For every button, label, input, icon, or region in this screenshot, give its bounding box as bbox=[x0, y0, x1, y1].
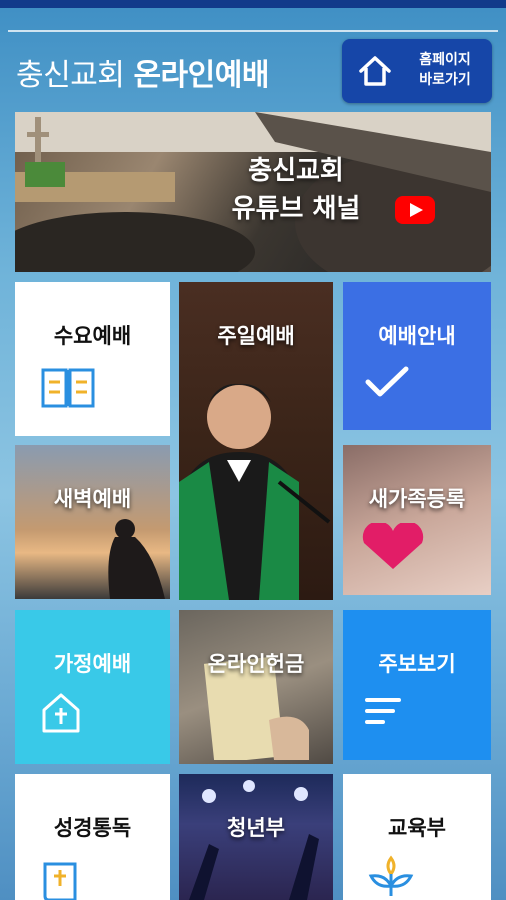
tile-youth-group[interactable]: 청년부 bbox=[179, 774, 333, 900]
tile-dawn-label: 새벽예배 bbox=[53, 487, 132, 511]
house-cross-icon bbox=[42, 693, 80, 733]
menu-lines-icon bbox=[365, 698, 401, 724]
tile-family-label: 가정예배 bbox=[53, 652, 132, 676]
tile-sunday-service[interactable]: 주일예배 bbox=[179, 282, 333, 600]
tile-wednesday-label: 수요예배 bbox=[53, 324, 132, 348]
tile-guide-label: 예배안내 bbox=[378, 324, 456, 348]
homepage-button[interactable]: 홈페이지 바로가기 bbox=[342, 39, 492, 103]
youtube-play-icon bbox=[395, 196, 435, 224]
tile-wednesday-service[interactable]: 수요예배 bbox=[15, 282, 170, 436]
banner-line1: 충신교회 bbox=[248, 156, 344, 186]
tile-education[interactable]: 교육부 bbox=[343, 774, 491, 900]
tile-bible-label: 성경통독 bbox=[53, 816, 132, 840]
tile-new-family-registration[interactable]: 새가족등록 bbox=[343, 445, 491, 595]
tile-bulletin-label: 주보보기 bbox=[378, 652, 456, 676]
top-status-bar bbox=[0, 0, 506, 8]
tile-education-label: 교육부 bbox=[388, 816, 446, 840]
title-online-worship: 온라인예배 bbox=[133, 58, 269, 93]
sprout-icon bbox=[368, 855, 414, 896]
header-divider bbox=[8, 30, 498, 32]
tile-online-offering[interactable]: 온라인헌금 bbox=[179, 610, 333, 764]
banner-text: 충신교회 유튜브 채널 bbox=[211, 152, 381, 228]
homepage-button-label: 홈페이지 바로가기 bbox=[404, 50, 486, 90]
page-title: 충신교회 온라인예배 bbox=[16, 50, 269, 94]
tile-dawn-service[interactable]: 새벽예배 bbox=[15, 445, 170, 599]
tile-bulletin[interactable]: 주보보기 bbox=[343, 610, 491, 760]
tile-worship-guide[interactable]: 예배안내 bbox=[343, 282, 491, 430]
checkmark-icon bbox=[365, 366, 409, 397]
heart-icon bbox=[362, 523, 424, 569]
pastor-photo bbox=[179, 383, 331, 600]
youtube-channel-banner[interactable]: 충신교회 유튜브 채널 bbox=[15, 112, 491, 272]
bible-icon bbox=[43, 862, 77, 900]
tile-youth-label: 청년부 bbox=[227, 816, 285, 840]
homepage-label-line1: 홈페이지 bbox=[419, 52, 471, 68]
tile-newfamily-label: 새가족등록 bbox=[368, 487, 466, 511]
banner-line2: 유튜브 채널 bbox=[231, 194, 361, 224]
tile-offering-label: 온라인헌금 bbox=[207, 652, 305, 676]
tile-sunday-label: 주일예배 bbox=[217, 324, 295, 348]
homepage-label-line2: 바로가기 bbox=[419, 72, 471, 88]
tile-family-worship[interactable]: 가정예배 bbox=[15, 610, 170, 764]
praying-silhouette bbox=[108, 519, 165, 599]
home-icon bbox=[359, 56, 391, 86]
tile-bible-reading[interactable]: 성경통독 bbox=[15, 774, 170, 900]
title-church-name: 충신교회 bbox=[16, 58, 125, 93]
open-book-icon bbox=[41, 368, 95, 408]
